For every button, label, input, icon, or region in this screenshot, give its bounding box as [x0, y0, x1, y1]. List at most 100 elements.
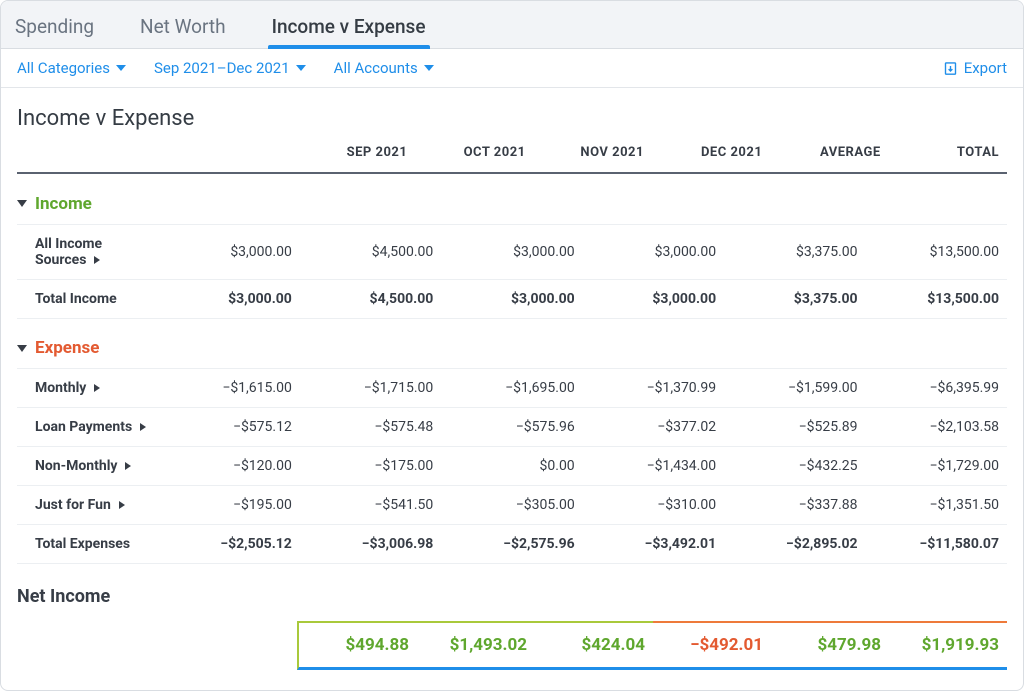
- filter-accounts-label: All Accounts: [334, 59, 418, 77]
- chevron-down-icon: [17, 345, 27, 352]
- table-row: Total Income$3,000.00$4,500.00$3,000.00$…: [17, 279, 1007, 318]
- tab-spending[interactable]: Spending: [11, 3, 98, 48]
- cell: −$3,492.01: [583, 525, 724, 564]
- cell: −$1,599.00: [724, 369, 865, 408]
- cell: −$2,505.12: [158, 525, 299, 564]
- cell: $4,500.00: [300, 279, 441, 318]
- cell: $13,500.00: [866, 279, 1007, 318]
- cell: $0.00: [441, 447, 582, 486]
- row-label[interactable]: All Income Sources: [17, 224, 158, 279]
- cell: −$541.50: [300, 486, 441, 525]
- cell: −$6,395.99: [866, 369, 1007, 408]
- chevron-down-icon: [296, 65, 306, 71]
- cell: −$525.89: [724, 408, 865, 447]
- table-row: Total Expenses−$2,505.12−$3,006.98−$2,57…: [17, 525, 1007, 564]
- chevron-right-icon: [119, 501, 125, 509]
- filter-accounts[interactable]: All Accounts: [334, 59, 434, 77]
- filter-bar: All Categories Sep 2021–Dec 2021 All Acc…: [1, 49, 1023, 88]
- col-dec: DEC 2021: [652, 139, 770, 173]
- filter-daterange-label: Sep 2021–Dec 2021: [154, 59, 290, 77]
- cell: −$1,434.00: [583, 447, 724, 486]
- cell: −$195.00: [158, 486, 299, 525]
- table-row[interactable]: Just for Fun−$195.00−$541.50−$305.00−$31…: [17, 486, 1007, 525]
- col-oct: OCT 2021: [415, 139, 533, 173]
- cell: $3,375.00: [724, 224, 865, 279]
- report-tabs: Spending Net Worth Income v Expense: [1, 1, 1023, 49]
- filter-categories[interactable]: All Categories: [17, 59, 126, 77]
- chevron-down-icon: [424, 65, 434, 71]
- cell: −$305.00: [441, 486, 582, 525]
- cell: $3,000.00: [441, 279, 582, 318]
- net-income-label: Net Income: [17, 564, 1007, 621]
- expense-section-label: Expense: [35, 338, 99, 358]
- chevron-down-icon: [116, 65, 126, 71]
- cell: −$1,615.00: [158, 369, 299, 408]
- tab-networth[interactable]: Net Worth: [136, 3, 230, 48]
- chevron-right-icon: [125, 462, 131, 470]
- page-title: Income v Expense: [17, 88, 1007, 139]
- cell: −$575.96: [441, 408, 582, 447]
- net-nov: $424.04: [535, 623, 653, 667]
- chevron-right-icon: [94, 384, 100, 392]
- col-avg: AVERAGE: [770, 139, 888, 173]
- cell: −$432.25: [724, 447, 865, 486]
- net-total: $1,919.93: [889, 623, 1007, 667]
- column-headers: SEP 2021 OCT 2021 NOV 2021 DEC 2021 AVER…: [17, 139, 1007, 173]
- cell: −$1,729.00: [866, 447, 1007, 486]
- cell: $3,000.00: [158, 224, 299, 279]
- cell: −$120.00: [158, 447, 299, 486]
- cell: −$3,006.98: [300, 525, 441, 564]
- table-row[interactable]: Non-Monthly−$120.00−$175.00$0.00−$1,434.…: [17, 447, 1007, 486]
- cell: −$1,351.50: [866, 486, 1007, 525]
- cell: −$175.00: [300, 447, 441, 486]
- row-label[interactable]: Monthly: [17, 369, 158, 408]
- col-nov: NOV 2021: [534, 139, 652, 173]
- cell: −$1,695.00: [441, 369, 582, 408]
- export-button[interactable]: Export: [943, 59, 1007, 77]
- cell: −$310.00: [583, 486, 724, 525]
- tab-income-expense[interactable]: Income v Expense: [268, 3, 430, 48]
- filter-daterange[interactable]: Sep 2021–Dec 2021: [154, 59, 306, 77]
- cell: $13,500.00: [866, 224, 1007, 279]
- cell: $3,000.00: [583, 224, 724, 279]
- export-label: Export: [964, 59, 1007, 77]
- cell: −$2,575.96: [441, 525, 582, 564]
- net-income-row: $494.88 $1,493.02 $424.04 −$492.01 $479.…: [297, 621, 1007, 670]
- filter-categories-label: All Categories: [17, 59, 110, 77]
- cell: $3,375.00: [724, 279, 865, 318]
- row-label: Total Expenses: [17, 525, 158, 564]
- cell: −$2,103.58: [866, 408, 1007, 447]
- row-label[interactable]: Just for Fun: [17, 486, 158, 525]
- cell: $3,000.00: [158, 279, 299, 318]
- cell: −$575.48: [300, 408, 441, 447]
- table-row[interactable]: All Income Sources$3,000.00$4,500.00$3,0…: [17, 224, 1007, 279]
- table-row[interactable]: Monthly−$1,615.00−$1,715.00−$1,695.00−$1…: [17, 369, 1007, 408]
- net-avg: $479.98: [771, 623, 889, 667]
- chevron-right-icon: [140, 423, 146, 431]
- cell: −$1,370.99: [583, 369, 724, 408]
- table-row[interactable]: Loan Payments−$575.12−$575.48−$575.96−$3…: [17, 408, 1007, 447]
- net-dec: −$492.01: [653, 623, 771, 667]
- net-sep: $494.88: [299, 623, 417, 667]
- cell: −$575.12: [158, 408, 299, 447]
- col-sep: SEP 2021: [297, 139, 415, 173]
- row-label[interactable]: Non-Monthly: [17, 447, 158, 486]
- cell: −$2,895.02: [724, 525, 865, 564]
- chevron-down-icon: [17, 200, 27, 207]
- col-total: TOTAL: [889, 139, 1007, 173]
- cell: $4,500.00: [300, 224, 441, 279]
- income-section-toggle[interactable]: Income: [17, 194, 92, 214]
- cell: $3,000.00: [583, 279, 724, 318]
- chevron-right-icon: [94, 256, 100, 264]
- cell: $3,000.00: [441, 224, 582, 279]
- cell: −$337.88: [724, 486, 865, 525]
- cell: −$1,715.00: [300, 369, 441, 408]
- expense-section-toggle[interactable]: Expense: [17, 338, 99, 358]
- cell: −$377.02: [583, 408, 724, 447]
- row-label: Total Income: [17, 279, 158, 318]
- row-label[interactable]: Loan Payments: [17, 408, 158, 447]
- net-oct: $1,493.02: [417, 623, 535, 667]
- export-icon: [943, 61, 958, 76]
- cell: −$11,580.07: [866, 525, 1007, 564]
- income-section-label: Income: [35, 194, 92, 214]
